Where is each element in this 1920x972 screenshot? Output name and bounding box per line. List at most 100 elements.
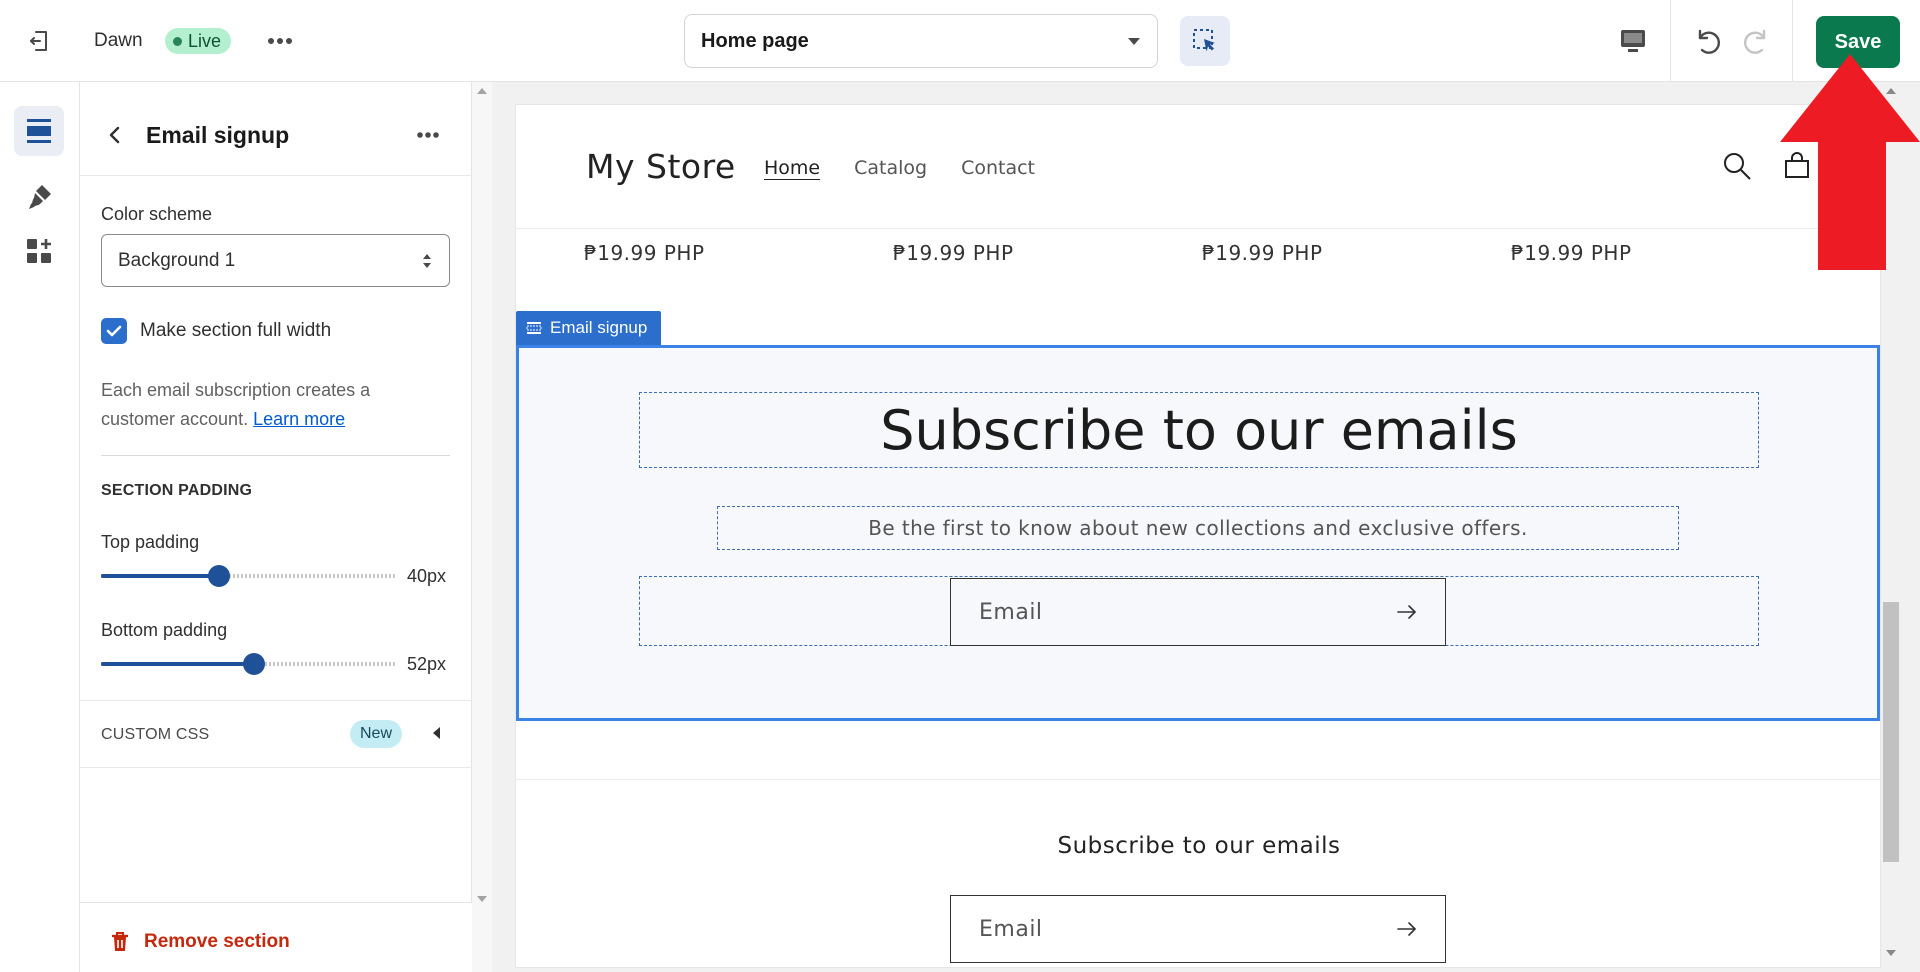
- full-width-checkbox[interactable]: [101, 318, 127, 344]
- inspector-button[interactable]: [1180, 16, 1230, 66]
- divider: [101, 455, 450, 456]
- annotation-arrow-icon: [1780, 54, 1920, 270]
- exit-button[interactable]: [18, 22, 60, 60]
- scroll-down-icon[interactable]: [477, 896, 487, 902]
- nav-home[interactable]: Home: [764, 157, 820, 179]
- paintbrush-icon: [29, 185, 51, 209]
- redo-button[interactable]: [1736, 20, 1778, 62]
- undo-button[interactable]: [1686, 20, 1728, 62]
- email-subheading: Be the first to know about new collectio…: [868, 516, 1528, 540]
- more-horizontal-icon: [268, 38, 292, 44]
- caret-down-icon: [1128, 38, 1140, 45]
- nav-catalog[interactable]: Catalog: [854, 157, 927, 179]
- page-select[interactable]: Home page: [684, 14, 1158, 68]
- scroll-up-icon[interactable]: [477, 88, 487, 94]
- divider: [80, 700, 472, 701]
- top-bar: Dawn Live Home page Save: [0, 0, 1920, 82]
- store-nav: Home Catalog Contact: [764, 157, 1035, 179]
- footer-email-placeholder: Email: [979, 916, 1043, 942]
- top-padding-value: 40px: [407, 566, 447, 586]
- bottom-padding-label: Bottom padding: [101, 620, 228, 640]
- scroll-down-icon[interactable]: [1886, 950, 1896, 956]
- product-price: ₱19.99 PHP: [1202, 241, 1323, 265]
- nav-contact[interactable]: Contact: [961, 157, 1035, 179]
- store-preview: My Store Home Catalog Contact ₱19.99 PHP…: [515, 104, 1881, 968]
- product-price: ₱19.99 PHP: [584, 241, 705, 265]
- back-button[interactable]: [100, 120, 130, 150]
- page-select-label: Home page: [701, 29, 809, 52]
- toolbar-divider: [1670, 0, 1671, 82]
- email-signup-section[interactable]: Subscribe to our emails Be the first to …: [516, 345, 1880, 721]
- bottom-padding-slider[interactable]: [101, 652, 396, 676]
- editor-sidebar-rail: [0, 82, 80, 972]
- inspector-icon: [1193, 29, 1215, 52]
- live-badge: Live: [165, 28, 232, 54]
- arrow-right-icon[interactable]: [1397, 604, 1417, 620]
- store-header: My Store Home Catalog Contact: [516, 105, 1880, 229]
- slider-fill: [101, 662, 255, 666]
- remove-section-button[interactable]: Remove section: [110, 931, 290, 953]
- custom-css-toggle[interactable]: CUSTOM CSS New: [80, 702, 472, 768]
- panel-header: Email signup: [80, 82, 472, 176]
- section-settings-panel: Email signup Color scheme Background 1 M…: [80, 82, 472, 972]
- redo-icon: [1743, 29, 1766, 54]
- section-actions-button[interactable]: [410, 120, 446, 150]
- heading-block[interactable]: Subscribe to our emails: [639, 392, 1759, 468]
- desktop-icon: [1621, 30, 1645, 52]
- panel-scrollbar[interactable]: [472, 82, 492, 972]
- slider-fill: [101, 574, 219, 578]
- search-icon[interactable]: [1722, 151, 1752, 181]
- section-padding-heading: SECTION PADDING: [101, 482, 253, 499]
- color-scheme-value: Background 1: [118, 249, 236, 271]
- panel-footer: Remove section: [80, 902, 472, 972]
- color-scheme-select[interactable]: Background 1: [101, 234, 450, 287]
- divider: [80, 767, 472, 768]
- caret-left-icon: [433, 727, 440, 739]
- section-tag-label: Email signup: [550, 318, 648, 337]
- store-logo[interactable]: My Store: [586, 147, 736, 186]
- select-arrows-icon: [423, 253, 431, 268]
- panel-title: Email signup: [146, 122, 290, 148]
- top-padding-slider[interactable]: [101, 564, 396, 588]
- section-tag[interactable]: Email signup: [516, 311, 662, 345]
- more-horizontal-icon: [417, 132, 439, 138]
- undo-icon: [1698, 29, 1721, 54]
- subscription-info: Each email subscription creates a custom…: [101, 376, 441, 434]
- theme-editor: Dawn Live Home page Save Email signup Co…: [0, 0, 1920, 972]
- subheading-block[interactable]: Be the first to know about new collectio…: [717, 506, 1679, 550]
- new-badge: New: [350, 720, 403, 748]
- apps-icon: [27, 239, 51, 263]
- footer-email-input[interactable]: Email: [950, 895, 1446, 963]
- bottom-padding-value: 52px: [407, 654, 447, 674]
- live-badge-label: Live: [188, 30, 222, 51]
- sections-icon: [27, 119, 51, 143]
- desktop-view-button[interactable]: [1612, 20, 1654, 62]
- full-width-label: Make section full width: [140, 320, 332, 341]
- slider-thumb[interactable]: [243, 653, 266, 675]
- email-input[interactable]: Email: [950, 578, 1446, 646]
- chevron-left-icon: [109, 126, 120, 144]
- apps-button[interactable]: [14, 226, 64, 276]
- top-padding-label: Top padding: [101, 532, 200, 552]
- remove-section-label: Remove section: [144, 931, 290, 952]
- email-heading: Subscribe to our emails: [880, 398, 1518, 462]
- learn-more-link[interactable]: Learn more: [253, 409, 345, 429]
- color-scheme-label: Color scheme: [101, 204, 213, 224]
- product-price: ₱19.99 PHP: [1511, 241, 1632, 265]
- footer-divider: [516, 779, 1880, 780]
- scrollbar-thumb[interactable]: [1883, 602, 1899, 862]
- slider-thumb[interactable]: [208, 565, 230, 587]
- footer-newsletter-title: Subscribe to our emails: [1057, 833, 1341, 859]
- checkmark-icon: [106, 325, 122, 337]
- theme-name: Dawn: [94, 30, 143, 51]
- exit-icon: [30, 31, 47, 51]
- theme-actions-button[interactable]: [262, 26, 298, 56]
- sections-button[interactable]: [14, 106, 64, 156]
- live-dot-icon: [173, 36, 182, 46]
- arrow-right-icon[interactable]: [1397, 921, 1417, 937]
- custom-css-label: CUSTOM CSS: [101, 726, 210, 743]
- email-input-placeholder: Email: [979, 599, 1043, 625]
- trash-icon: [112, 932, 128, 951]
- section-icon: [526, 322, 542, 334]
- theme-settings-button[interactable]: [14, 172, 64, 222]
